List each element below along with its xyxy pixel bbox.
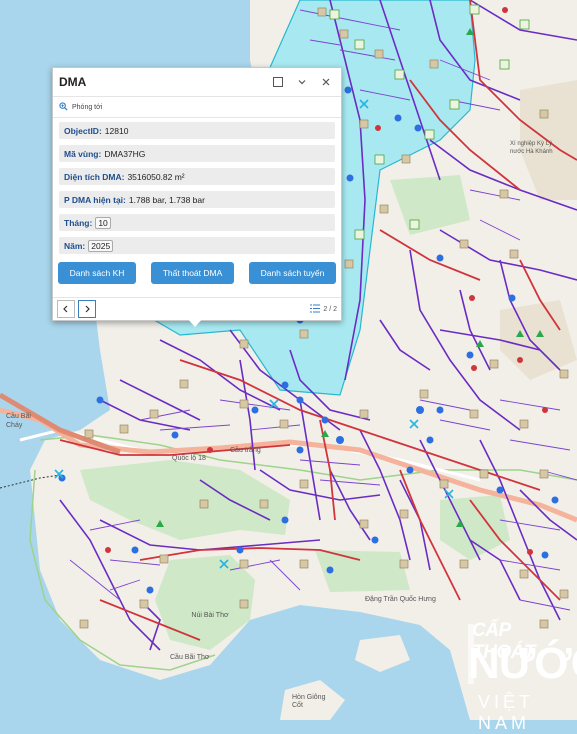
popup-actions: Danh sách KH Thất thoát DMA Danh sách tu… — [53, 260, 341, 284]
prev-feature-button[interactable] — [57, 300, 75, 318]
dma-popup: DMA Phóng tới ObjectID: 12810 Mã vùng: DMA… — [52, 67, 342, 321]
field-value: 1.788 bar, 1.738 bar — [128, 194, 205, 205]
close-icon[interactable] — [317, 73, 335, 91]
next-feature-button[interactable] — [78, 300, 96, 318]
field-ma-vung: Mã vùng: DMA37HG — [59, 145, 335, 162]
field-label: ObjectID: — [64, 125, 102, 136]
pager-count: 2 / 2 — [323, 305, 337, 313]
label-nui-bai-tho: Núi Bài Thơ — [191, 612, 229, 619]
field-value: 12810 — [104, 125, 129, 136]
zoom-icon — [59, 101, 68, 113]
field-value: 3516050.82 m² — [127, 171, 185, 182]
field-objectid: ObjectID: 12810 — [59, 122, 335, 139]
popup-footer: 2 / 2 — [53, 297, 341, 320]
label-hon-giong: Hòn Giông Cốt — [292, 694, 326, 709]
field-label: Tháng: — [64, 217, 93, 228]
field-label: P DMA hiện tại: — [64, 194, 126, 205]
field-value: DMA37HG — [104, 148, 146, 159]
field-p-dma: P DMA hiện tại: 1.788 bar, 1.738 bar — [59, 191, 335, 208]
popup-title: DMA — [59, 75, 87, 89]
label-cau-bai-tho: Cầu Bãi Thơ — [170, 654, 210, 661]
popup-header: DMA — [53, 68, 341, 97]
label-ke-khanh: Xí nghiệp Kỳ Lý nước Hà Khánh — [510, 141, 553, 155]
field-thang: Tháng: 10 — [59, 214, 335, 231]
zoom-label: Phóng tới — [72, 103, 103, 111]
popup-fields: ObjectID: 12810 Mã vùng: DMA37HG Diện tích… — [53, 118, 341, 254]
label-cau-trang: Cầu trắng — [230, 447, 261, 454]
label-cau-bai-chay: Cầu Bãi Cháy — [6, 413, 31, 429]
field-value: 10 — [95, 216, 111, 229]
watermark-logo: CẤP THOÁT NƯỚC VIỆT NAM — [468, 620, 577, 733]
customer-list-button[interactable]: Danh sách KH — [58, 262, 136, 284]
dma-loss-button[interactable]: Thất thoát DMA — [151, 262, 234, 284]
field-value: 2025 — [88, 239, 114, 252]
feature-pager[interactable]: 2 / 2 — [310, 303, 337, 315]
pipeline-list-button[interactable]: Danh sách tuyến — [249, 262, 336, 284]
watermark-line2: NƯỚC — [468, 639, 577, 688]
label-dang-tran: Đặng Trần Quốc Hưng — [365, 596, 436, 603]
field-label: Mã vùng: — [64, 148, 102, 159]
field-label: Năm: — [64, 240, 86, 251]
field-dien-tich: Diện tích DMA: 3516050.82 m² — [59, 168, 335, 185]
dock-icon[interactable] — [269, 73, 287, 91]
collapse-icon[interactable] — [293, 73, 311, 91]
list-icon — [310, 303, 321, 315]
popup-pointer — [187, 318, 203, 327]
label-ql18: Quốc lộ 18 — [172, 455, 206, 462]
watermark-line3: VIỆT NAM — [478, 692, 534, 733]
field-label: Diện tích DMA: — [64, 171, 125, 182]
zoom-to-action[interactable]: Phóng tới — [53, 97, 341, 118]
field-nam: Năm: 2025 — [59, 237, 335, 254]
